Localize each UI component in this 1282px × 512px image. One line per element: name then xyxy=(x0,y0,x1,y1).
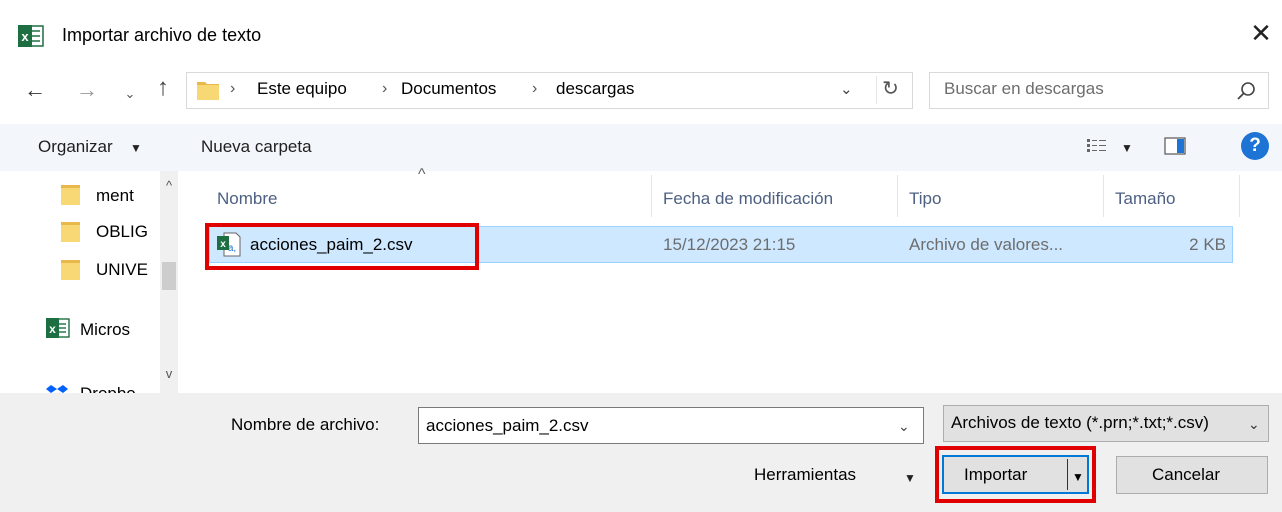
nav-item-label[interactable]: Micros xyxy=(80,320,160,340)
nav-item-label[interactable]: OBLIG xyxy=(96,222,160,242)
breadcrumb-descargas[interactable]: descargas xyxy=(556,79,634,99)
scroll-up-arrow[interactable]: ^ xyxy=(160,178,178,193)
search-placeholder: Buscar en descargas xyxy=(944,79,1104,98)
excel-icon: x xyxy=(18,24,44,48)
tools-button[interactable]: Herramientas xyxy=(754,465,856,485)
column-header-date[interactable]: Fecha de modificación xyxy=(663,189,833,209)
chevron-down-icon[interactable]: ▼ xyxy=(904,471,916,485)
dropbox-icon xyxy=(46,384,68,393)
column-header-size[interactable]: Tamaño xyxy=(1115,189,1175,209)
forward-button[interactable]: → xyxy=(72,79,102,103)
breadcrumb-este-equipo[interactable]: Este equipo xyxy=(257,79,347,99)
preview-pane-icon[interactable] xyxy=(1164,137,1186,155)
back-button[interactable]: ← xyxy=(20,79,50,103)
navigation-pane[interactable]: ment OBLIG UNIVE x Micros Dropbo xyxy=(0,171,183,393)
file-size: 2 KB xyxy=(1189,235,1226,254)
folder-icon xyxy=(61,259,80,281)
nav-item-label[interactable]: ment xyxy=(96,186,160,206)
highlight-box xyxy=(935,446,1096,503)
filename-value[interactable]: acciones_paim_2.csv xyxy=(426,416,589,436)
view-options-icon[interactable] xyxy=(1086,137,1108,155)
chevron-down-icon[interactable]: ⌄ xyxy=(1248,416,1260,433)
close-button[interactable]: ✕ xyxy=(1248,20,1274,46)
cancel-button-label[interactable]: Cancelar xyxy=(1152,465,1220,485)
breadcrumb-separator[interactable]: › xyxy=(230,80,235,98)
search-icon[interactable] xyxy=(1236,80,1258,102)
file-modified: 15/12/2023 21:15 xyxy=(663,235,796,254)
chevron-down-icon[interactable]: ▼ xyxy=(1121,141,1133,155)
breadcrumb-documentos[interactable]: Documentos xyxy=(401,79,496,99)
address-dropdown-button[interactable]: ⌄ xyxy=(840,80,853,98)
refresh-button[interactable]: ↻ xyxy=(876,76,904,104)
file-type: Archivo de valores... xyxy=(909,235,1064,254)
excel-icon: x xyxy=(46,317,70,339)
svg-text:x: x xyxy=(49,322,56,336)
nav-item-label[interactable]: UNIVE xyxy=(96,260,160,280)
column-header-type[interactable]: Tipo xyxy=(909,189,941,209)
help-icon[interactable]: ? xyxy=(1241,132,1269,160)
organize-button[interactable]: Organizar xyxy=(38,137,113,157)
window-title: Importar archivo de texto xyxy=(62,25,262,45)
highlight-box xyxy=(205,223,479,270)
breadcrumb-separator[interactable]: › xyxy=(382,80,387,98)
nav-item-label[interactable]: Dropbo xyxy=(80,384,160,393)
up-button[interactable]: ↑ xyxy=(150,76,176,105)
folder-icon xyxy=(61,184,80,206)
folder-icon xyxy=(196,78,220,102)
scroll-down-arrow[interactable]: v xyxy=(160,366,178,381)
column-divider[interactable] xyxy=(1103,175,1104,217)
chevron-down-icon[interactable]: ▼ xyxy=(130,141,142,155)
column-divider[interactable] xyxy=(897,175,898,217)
folder-icon xyxy=(61,221,80,243)
column-divider[interactable] xyxy=(1239,175,1240,217)
filename-label: Nombre de archivo: xyxy=(231,415,380,434)
sort-ascending-icon: ^ xyxy=(418,166,426,183)
column-header-name[interactable]: Nombre xyxy=(217,189,277,209)
svg-text:x: x xyxy=(21,29,29,44)
nav-scrollbar-thumb[interactable] xyxy=(162,262,176,290)
new-folder-button[interactable]: Nueva carpeta xyxy=(201,137,312,157)
recent-locations-button[interactable]: ⌄ xyxy=(120,83,140,103)
chevron-down-icon[interactable]: ⌄ xyxy=(898,418,910,435)
breadcrumb-separator[interactable]: › xyxy=(532,80,537,98)
column-divider[interactable] xyxy=(651,175,652,217)
file-type-filter-value[interactable]: Archivos de texto (*.prn;*.txt;*.csv) xyxy=(951,413,1241,433)
